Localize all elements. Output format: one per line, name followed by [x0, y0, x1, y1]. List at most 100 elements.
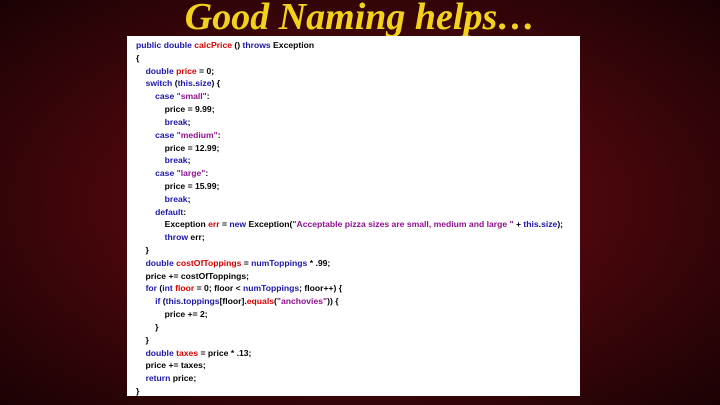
code-token: :	[205, 168, 209, 179]
code-token: =	[219, 219, 230, 230]
code-token: }	[136, 245, 149, 255]
code-token: )) {	[327, 296, 339, 307]
code-line: break;	[136, 116, 580, 129]
code-token: price += 2;	[136, 309, 208, 320]
code-token: break	[164, 116, 188, 127]
code-token: {	[136, 52, 140, 63]
code-token: }	[136, 321, 159, 332]
code-token: price = 15.99;	[136, 180, 220, 191]
code-line: }	[136, 385, 580, 396]
code-line: {	[136, 52, 580, 65]
code-token: public double	[136, 40, 195, 50]
code-token: double	[145, 65, 177, 76]
code-line: switch (this.size) {	[136, 77, 580, 90]
code-line: double price = 0;	[136, 65, 580, 78]
code-token: new	[229, 219, 247, 230]
code-token: this	[165, 296, 181, 307]
code-token: for	[145, 283, 158, 294]
code-token: :	[206, 91, 210, 102]
code-token: double	[145, 347, 177, 358]
code-line: default:	[136, 206, 580, 219]
code-token: int	[162, 283, 173, 294]
code-token: default	[155, 206, 184, 217]
code-token: double	[145, 257, 177, 268]
code-line: double costOfToppings = numToppings * .9…	[136, 257, 580, 270]
code-line: price += taxes;	[136, 359, 580, 372]
code-line: if (this.toppings[floor].equals("anchovi…	[136, 295, 580, 308]
code-token: switch	[145, 78, 173, 89]
code-token: case	[155, 168, 177, 179]
code-token: case	[155, 91, 177, 102]
code-token: * .99;	[307, 257, 331, 268]
code-token: calcPrice	[194, 40, 232, 50]
code-token: = 0; floor <	[194, 283, 243, 294]
code-token: price;	[170, 373, 197, 384]
code-token: Exception	[270, 40, 315, 50]
code-token: floor	[175, 283, 195, 294]
code-token: ;	[187, 193, 191, 204]
code-token: price += taxes;	[136, 360, 206, 371]
code-token: ;	[187, 116, 191, 127]
code-panel: public double calcPrice () throws Except…	[127, 36, 580, 396]
code-token: ; floor++) {	[299, 283, 343, 294]
code-token: "anchovies"	[276, 296, 328, 307]
code-token: toppings	[183, 296, 220, 307]
code-token: numToppings	[251, 257, 308, 268]
code-token: taxes	[176, 347, 199, 358]
code-token: costOfToppings	[176, 257, 242, 268]
code-line: }	[136, 244, 580, 257]
code-token: ;	[187, 155, 191, 166]
code-token: break	[164, 155, 188, 166]
code-line: Exception err = new Exception("Acceptabl…	[136, 218, 580, 231]
code-token: "Acceptable pizza sizes are small, mediu…	[292, 219, 514, 230]
code-line: break;	[136, 193, 580, 206]
code-token: }	[136, 385, 140, 396]
code-line: price = 9.99;	[136, 103, 580, 116]
code-token: [floor].	[219, 296, 247, 307]
code-token: Exception(	[246, 219, 293, 230]
code-token: "medium"	[176, 129, 218, 140]
code-line: price += 2;	[136, 308, 580, 321]
code-token: "small"	[176, 91, 207, 102]
code-token: err;	[188, 232, 205, 243]
slide-title: Good Naming helps…	[184, 0, 536, 38]
code-token: = 0;	[196, 65, 215, 76]
code-token: err	[208, 219, 220, 230]
code-token: =	[241, 257, 252, 268]
code-token: numToppings	[242, 283, 300, 294]
code-token: = price * .13;	[198, 347, 252, 358]
code-token: this	[177, 78, 193, 89]
code-line: case "large":	[136, 167, 580, 180]
code-line: public double calcPrice () throws Except…	[136, 39, 580, 52]
code-token: throws	[242, 40, 271, 50]
code-token: price	[176, 65, 197, 76]
code-token: price = 9.99;	[136, 104, 215, 115]
code-token: "large"	[176, 168, 206, 179]
code-line: for (int floor = 0; floor < numToppings;…	[136, 282, 580, 295]
code-token: :	[217, 129, 221, 140]
code-token: this	[523, 219, 539, 230]
code-line: }	[136, 321, 580, 334]
code-token: case	[155, 129, 177, 140]
code-token: Exception	[136, 219, 209, 230]
code-token: price = 12.99;	[136, 142, 220, 153]
code-token: }	[136, 334, 149, 345]
code-token: price += costOfToppings;	[136, 270, 250, 281]
code-token: break	[164, 193, 188, 204]
code-token: ()	[232, 40, 243, 50]
code-line: double taxes = price * .13;	[136, 347, 580, 360]
code-token: :	[183, 206, 187, 217]
code-line: price = 12.99;	[136, 142, 580, 155]
code-token: equals	[246, 296, 275, 307]
